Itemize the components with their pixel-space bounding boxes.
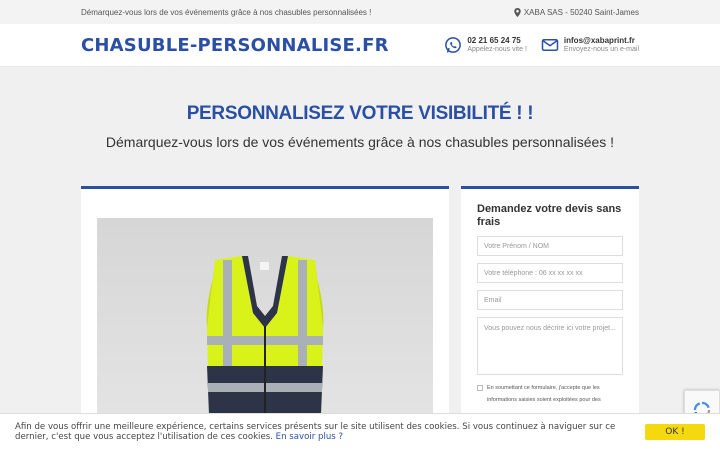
phone-number: 02 21 65 24 75	[467, 36, 521, 45]
hero-section: PERSONNALISEZ VOTRE VISIBILITÉ ! ! Démar…	[0, 67, 720, 150]
name-field[interactable]: Votre Prénom / NOM	[477, 236, 623, 256]
phone-label: Appelez-nous vite !	[467, 46, 527, 53]
safety-vest-illustration	[97, 218, 433, 423]
site-logo[interactable]: CHASUBLE-PERSONNALISE.FR	[81, 35, 389, 56]
email-address: infos@xabaprint.fr	[563, 36, 635, 45]
map-pin-icon	[514, 7, 521, 17]
vest-product-image	[97, 218, 433, 423]
form-title: Demandez votre devis sans frais	[477, 203, 622, 228]
consent-text: En soumettant ce formulaire, j'accepte q…	[487, 385, 601, 403]
content-cards: Demandez votre devis sans frais Votre Pr…	[81, 186, 639, 426]
cookie-message: Afin de vous offrir une meilleure expéri…	[15, 422, 625, 442]
phone-field[interactable]: Votre téléphone : 06 xx xx xx xx	[477, 263, 623, 283]
product-card	[81, 186, 449, 426]
consent-row: En soumettant ce formulaire, j'accepte q…	[477, 382, 623, 406]
email-field[interactable]: Email	[477, 290, 623, 310]
mail-icon	[541, 39, 559, 51]
location-info: XABA SAS - 50240 Saint-James	[514, 7, 639, 17]
hero-subtitle: Démarquez-vous lors de vos événements gr…	[105, 134, 615, 150]
site-header: CHASUBLE-PERSONNALISE.FR 02 21 65 24 75 …	[0, 24, 720, 67]
quote-form-card: Demandez votre devis sans frais Votre Pr…	[461, 186, 639, 426]
cookie-banner: Afin de vous offrir une meilleure expéri…	[0, 413, 720, 450]
top-tagline: Démarquez-vous lors de vos événements gr…	[81, 7, 372, 17]
consent-checkbox[interactable]	[477, 385, 483, 391]
whatsapp-icon	[445, 37, 462, 53]
phone-contact[interactable]: 02 21 65 24 75 Appelez-nous vite !	[444, 36, 527, 54]
hero-title: PERSONNALISEZ VOTRE VISIBILITÉ ! !	[186, 103, 534, 124]
email-contact[interactable]: infos@xabaprint.fr Envoyez-nous un e-mai…	[541, 36, 639, 54]
project-textarea[interactable]: Vous pouvez nous décrire ici votre proje…	[477, 317, 623, 375]
cookie-learn-more-link[interactable]: En savoir plus ?	[276, 432, 343, 442]
email-label: Envoyez-nous un e-mail	[563, 46, 639, 53]
cookie-ok-button[interactable]: OK !	[645, 424, 705, 440]
header-contacts: 02 21 65 24 75 Appelez-nous vite ! infos…	[444, 36, 639, 54]
location-text: XABA SAS - 50240 Saint-James	[523, 7, 639, 17]
top-info-bar: Démarquez-vous lors de vos événements gr…	[0, 0, 720, 24]
